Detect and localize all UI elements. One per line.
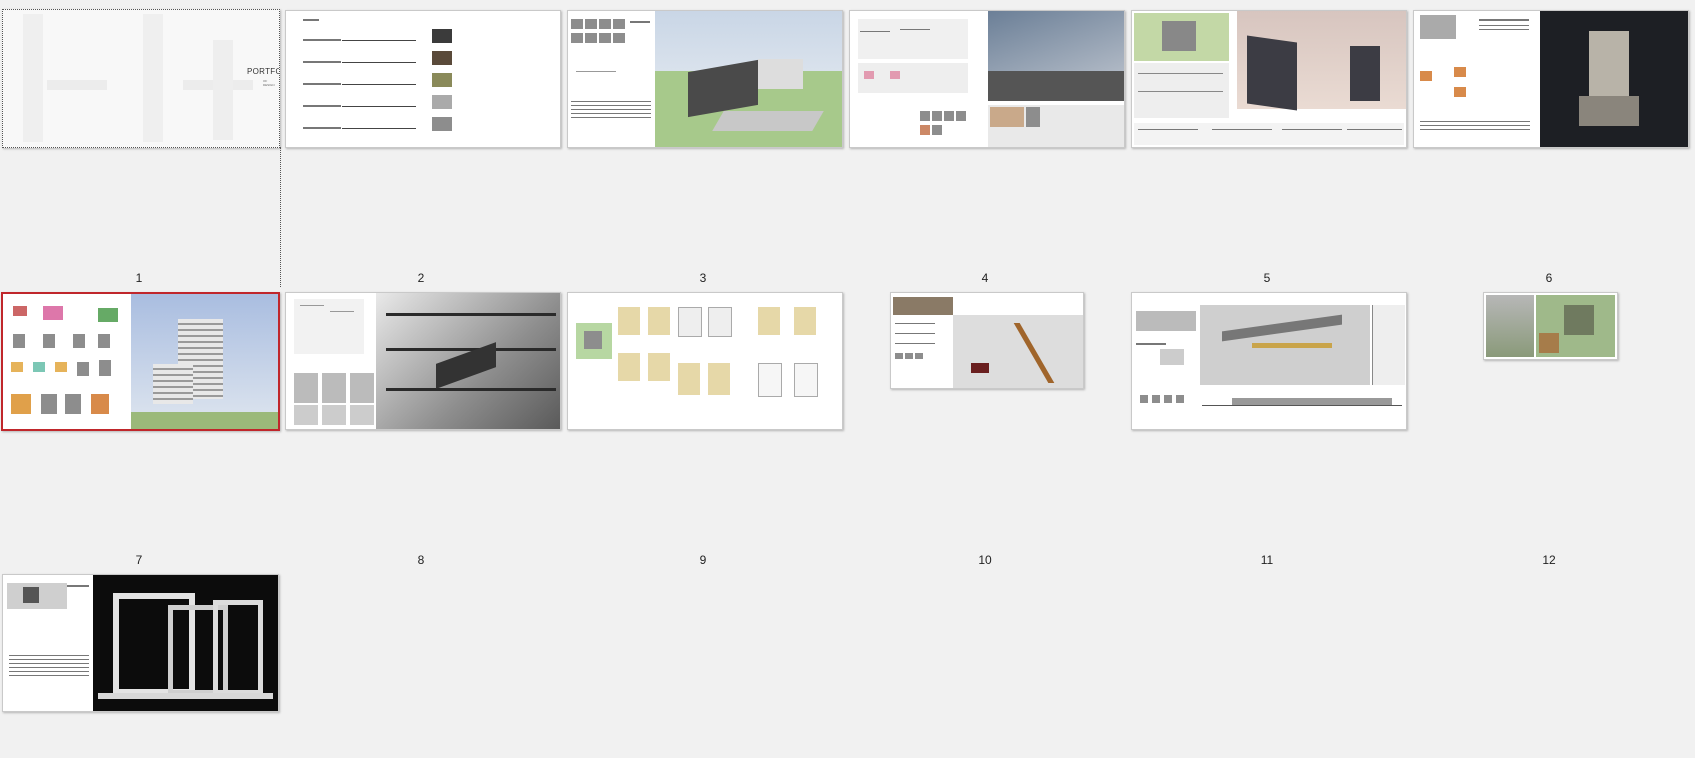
- slide-thumbnail[interactable]: [285, 10, 561, 148]
- slide-number: 10: [978, 553, 992, 567]
- slide-number: 4: [981, 271, 989, 285]
- slide-thumbnail[interactable]: [849, 10, 1125, 148]
- slide-thumbnail[interactable]: [1131, 10, 1407, 148]
- slide-number: 7: [135, 553, 143, 567]
- slide-thumbnail[interactable]: [1131, 292, 1407, 430]
- slide-thumbnail[interactable]: [567, 10, 843, 148]
- slide-number: 6: [1545, 271, 1553, 285]
- cover-title: PORTFOLIO: [247, 67, 279, 76]
- slide-number: 1: [135, 271, 143, 285]
- slide-number: 8: [417, 553, 425, 567]
- slide-sorter[interactable]: PORTFOLIO OF DESIGN 1 2: [0, 0, 1695, 758]
- slide-number: 9: [699, 553, 707, 567]
- slide-thumbnail[interactable]: [890, 292, 1084, 389]
- slide-thumbnail[interactable]: [1, 292, 280, 431]
- slide-number: 3: [699, 271, 707, 285]
- slide-number: 2: [417, 271, 425, 285]
- slide-thumbnail[interactable]: PORTFOLIO OF DESIGN: [2, 9, 280, 148]
- slide-number: 11: [1260, 553, 1274, 567]
- slide-thumbnail[interactable]: [567, 292, 843, 430]
- slide-number: 5: [1263, 271, 1271, 285]
- slide-thumbnail[interactable]: [1413, 10, 1689, 148]
- slide-thumbnail[interactable]: [1483, 292, 1618, 360]
- slide-number: 12: [1542, 553, 1556, 567]
- cover-subtitle: OF DESIGN: [263, 79, 275, 87]
- slide-thumbnail[interactable]: [285, 292, 561, 430]
- slide-thumbnail[interactable]: [2, 574, 279, 712]
- insertion-marker: [280, 147, 281, 287]
